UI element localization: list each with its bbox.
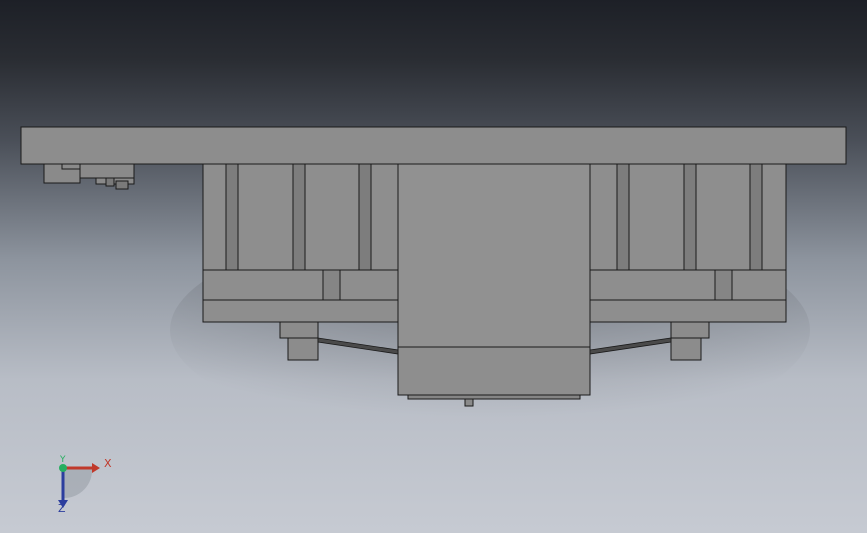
left-slot (322, 269, 341, 301)
center-block[interactable] (397, 163, 591, 348)
left-nut (105, 177, 115, 187)
center-base[interactable] (397, 346, 591, 396)
cad-model[interactable] (0, 0, 867, 533)
left-block[interactable] (79, 163, 135, 179)
connector-pin (464, 398, 474, 407)
left-nut-2 (115, 180, 129, 190)
left-post-3 (358, 163, 372, 271)
left-bracket-tab (61, 163, 81, 170)
right-post-2 (683, 163, 697, 271)
left-foot[interactable] (279, 321, 319, 339)
right-foot[interactable] (670, 321, 710, 339)
left-post-1 (225, 163, 239, 271)
z-axis-label: Z (58, 502, 66, 515)
top-plate[interactable] (20, 126, 847, 165)
y-axis-label: Y (60, 455, 66, 465)
left-post-2 (292, 163, 306, 271)
graphics-viewport[interactable]: X Y Z (0, 0, 867, 533)
connector-strip (407, 394, 581, 400)
right-foot-base (670, 337, 702, 361)
right-post-1 (616, 163, 630, 271)
left-foot-base (287, 337, 319, 361)
right-post-3 (749, 163, 763, 271)
x-axis-label: X (104, 457, 112, 470)
right-slot (714, 269, 733, 301)
